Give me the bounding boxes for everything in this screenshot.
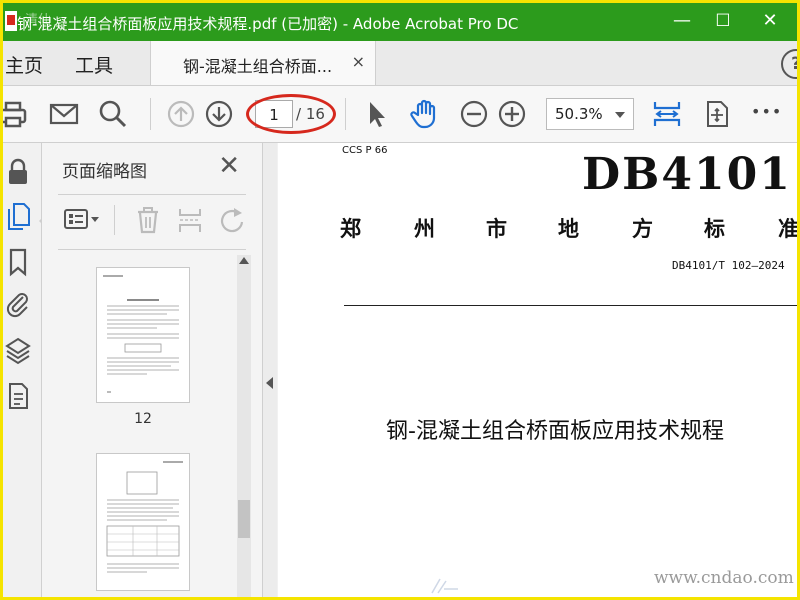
- document-tab[interactable]: 钢-混凝土组合桥面... ×: [150, 41, 376, 85]
- hand-tool-icon[interactable]: [409, 98, 441, 130]
- site-watermark: www.cndao.com: [654, 568, 794, 588]
- panel-divider: [58, 249, 246, 250]
- document-tab-label: 钢-混凝土组合桥面...: [183, 57, 333, 76]
- standard-type-char: 标: [704, 217, 725, 241]
- zoom-level-select[interactable]: 50.3%: [546, 98, 634, 130]
- close-tab-icon[interactable]: ×: [352, 52, 365, 71]
- panel-title: 页面缩略图: [62, 162, 147, 182]
- ccs-classification: CCS P 66: [342, 145, 388, 156]
- page-thumbnail[interactable]: [96, 267, 190, 403]
- maximize-button[interactable]: ☐: [708, 7, 738, 35]
- thumbnail-content-graphic: [103, 275, 179, 393]
- window-title: 钢-混凝土组合桥面板应用技术规程.pdf (已加密) - Adobe Acrob…: [17, 15, 519, 33]
- delete-page-icon[interactable]: [134, 205, 162, 235]
- minimize-button[interactable]: —: [667, 7, 697, 35]
- corner-watermark: 清仙: [25, 13, 52, 28]
- next-page-icon[interactable]: [203, 98, 235, 130]
- thumbnail-options-icon[interactable]: [62, 205, 102, 235]
- scrollbar-thumb[interactable]: [238, 500, 250, 538]
- search-icon[interactable]: [97, 98, 129, 130]
- rotate-page-icon[interactable]: [218, 205, 246, 235]
- thumbnail-content-graphic: [106, 461, 183, 573]
- acrobat-app-icon: [5, 11, 17, 31]
- insert-page-icon[interactable]: [176, 205, 204, 235]
- previous-page-icon[interactable]: [165, 98, 197, 130]
- document-page[interactable]: CCS P 66 DB4101 郑 州 市 地 方 标 准 DB4101/T 1…: [278, 143, 797, 597]
- panel-divider: [58, 194, 246, 195]
- print-icon[interactable]: [0, 98, 29, 130]
- chevron-down-icon: [615, 112, 625, 118]
- standard-type-char: 地: [558, 217, 579, 241]
- page-thumbnails-icon[interactable]: [5, 201, 31, 231]
- zoom-level-value: 50.3%: [555, 105, 603, 123]
- email-icon[interactable]: [48, 98, 80, 130]
- panel-toolbar-separator: [114, 205, 115, 235]
- attachment-icon[interactable]: [5, 289, 31, 319]
- toolbar-separator: [345, 98, 346, 130]
- close-window-button[interactable]: ✕: [755, 7, 785, 35]
- scroll-up-icon[interactable]: [239, 257, 249, 264]
- fit-width-icon[interactable]: [651, 98, 683, 130]
- full-screen-icon[interactable]: [701, 98, 733, 130]
- standard-type-char: 方: [632, 217, 653, 241]
- standard-code: DB4101/T 102—2024: [672, 259, 785, 272]
- header-rule: [344, 305, 797, 306]
- more-tools-icon[interactable]: •••: [751, 102, 782, 121]
- left-navigation-rail: [3, 143, 45, 597]
- standard-type-char: 州: [414, 217, 435, 241]
- title-bar: 钢-混凝土组合桥面板应用技术规程.pdf (已加密) - Adobe Acrob…: [3, 3, 797, 41]
- red-annotation-ellipse: [246, 94, 336, 134]
- standard-type-char: 市: [486, 217, 507, 241]
- document-properties-icon[interactable]: [5, 381, 31, 411]
- close-panel-icon[interactable]: ✕: [218, 151, 240, 181]
- help-icon[interactable]: ?: [781, 49, 800, 79]
- document-title: 钢-混凝土组合桥面板应用技术规程: [386, 419, 724, 444]
- toolbar-separator: [150, 98, 151, 130]
- menu-tab-bar: 主页 工具 钢-混凝土组合桥面... × ?: [3, 41, 800, 86]
- collapse-panel-icon[interactable]: [266, 377, 273, 389]
- menu-home[interactable]: 主页: [5, 51, 43, 78]
- zoom-out-icon[interactable]: [458, 98, 490, 130]
- standard-number: DB4101: [582, 149, 792, 200]
- select-cursor-icon[interactable]: [361, 98, 393, 130]
- main-toolbar: 1 / 16 50.3% •••: [0, 86, 797, 143]
- layers-icon[interactable]: [5, 335, 31, 365]
- zoom-in-icon[interactable]: [496, 98, 528, 130]
- lock-icon[interactable]: [5, 157, 31, 187]
- bookmark-icon[interactable]: [5, 247, 31, 277]
- thumbnail-page-number: 12: [134, 411, 152, 427]
- menu-tools[interactable]: 工具: [75, 51, 113, 78]
- page-thumbnail[interactable]: [96, 453, 190, 591]
- panel-splitter[interactable]: [263, 143, 277, 597]
- standard-type-char: 郑: [340, 217, 361, 241]
- page-thumbnails-panel: 页面缩略图 ✕ 12: [42, 143, 263, 597]
- standard-type-char: 准: [778, 217, 797, 241]
- thumbnail-scrollbar[interactable]: [237, 255, 251, 597]
- faint-watermark-graphic: [431, 578, 458, 594]
